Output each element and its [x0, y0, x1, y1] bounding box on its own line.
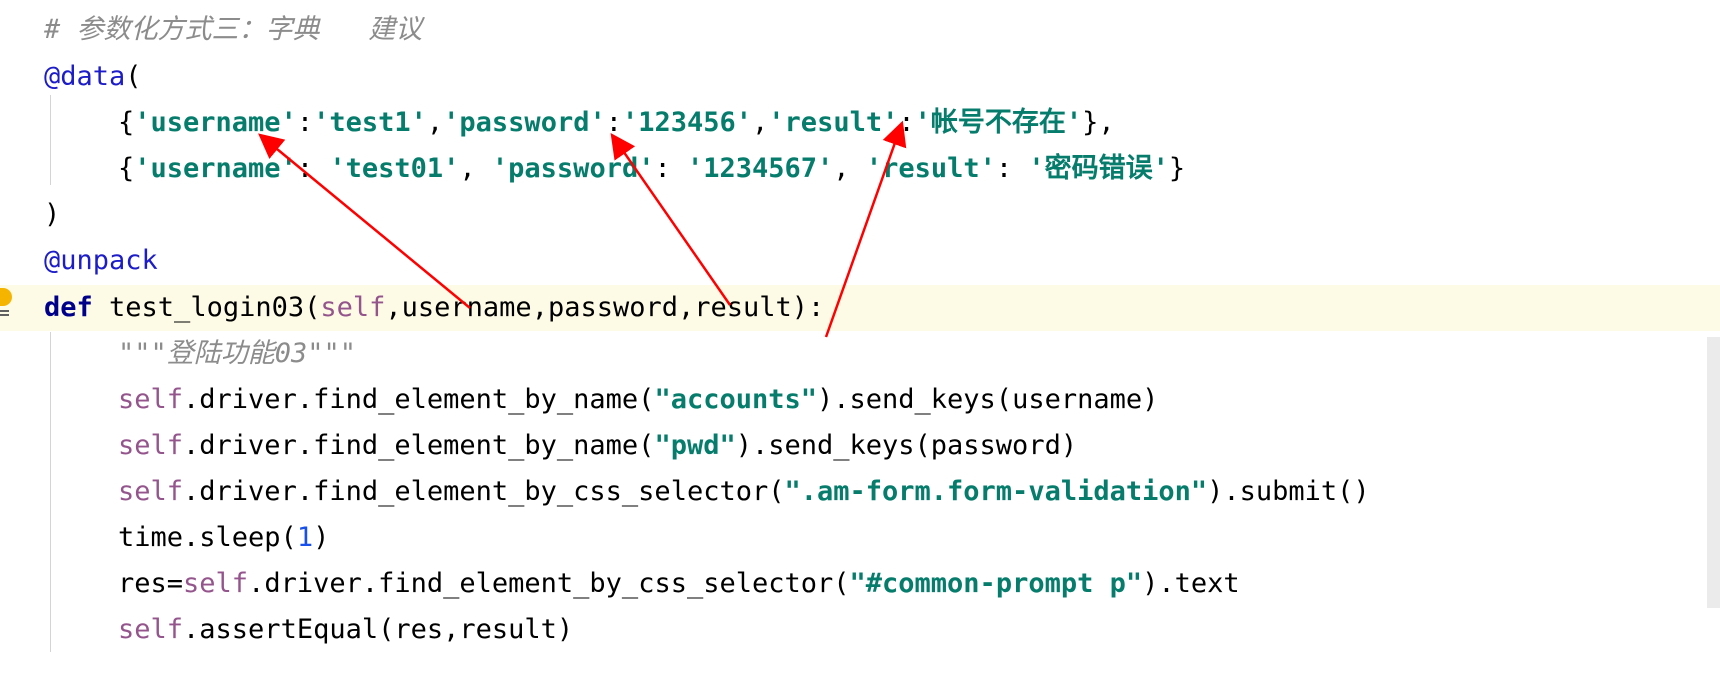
arrow-result	[824, 120, 907, 338]
arrow-username	[258, 133, 471, 309]
code-editor[interactable]: # 参数化方式三：字典 建议 @data( {'username':'test1…	[0, 0, 1720, 689]
arrow-password	[610, 132, 732, 306]
annotation-arrows	[258, 120, 907, 338]
